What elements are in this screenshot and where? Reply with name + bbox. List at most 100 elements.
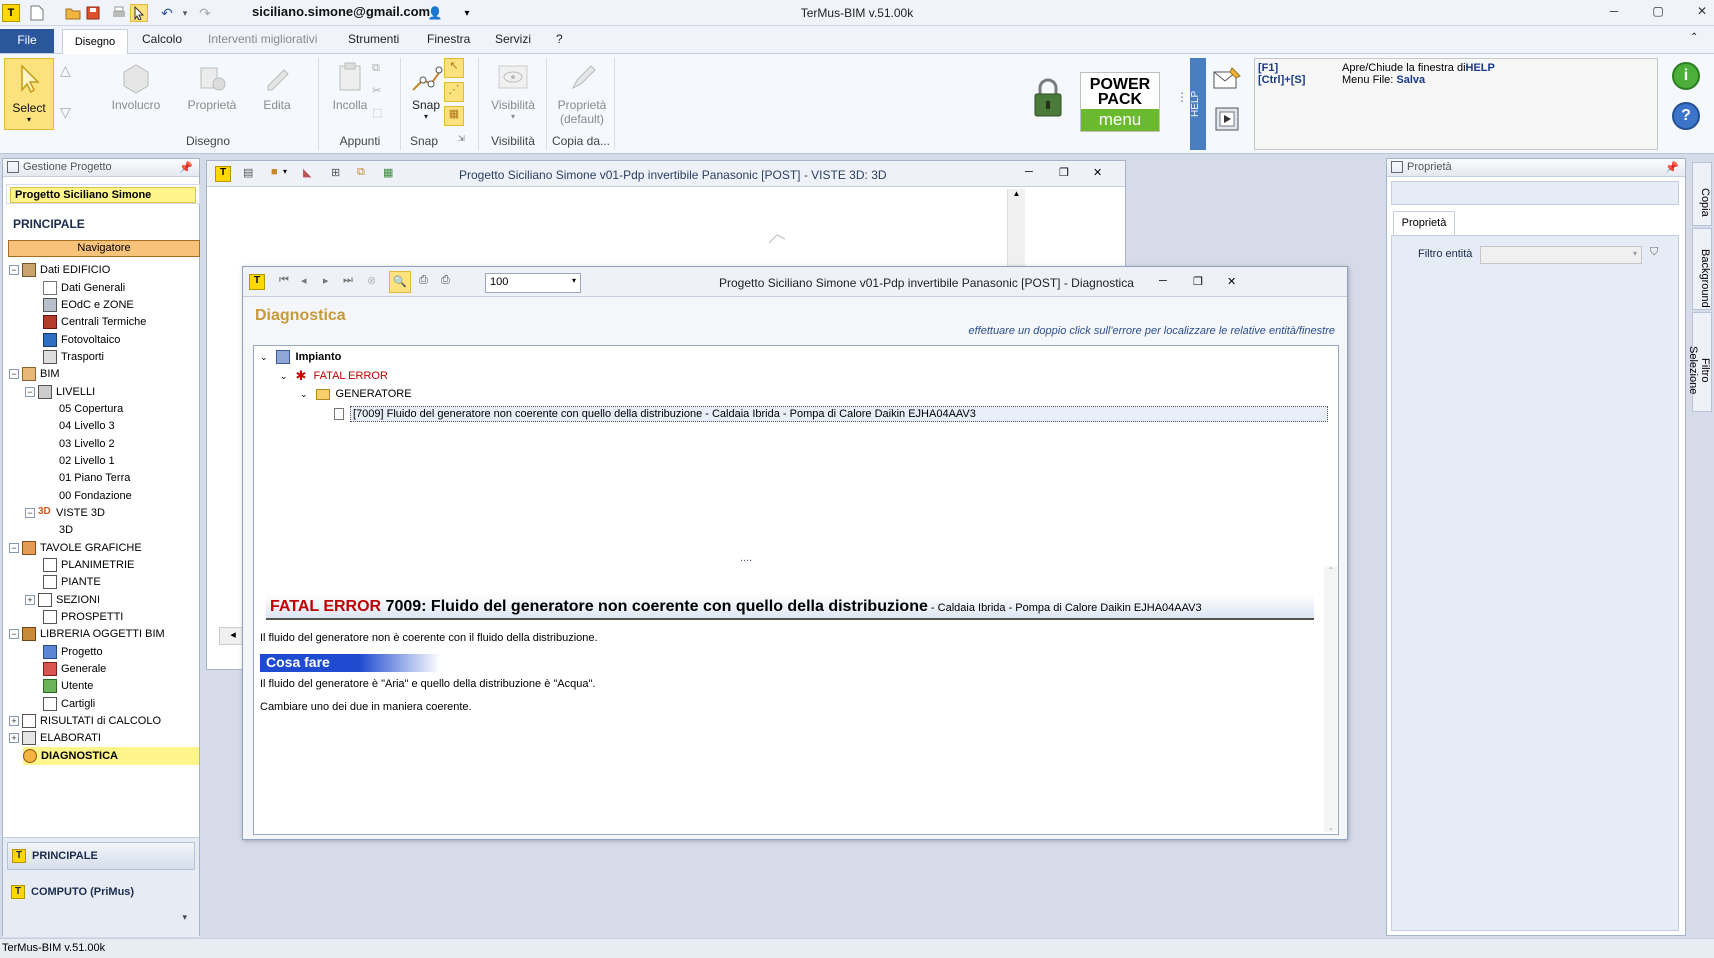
tree-diagnostica[interactable]: DIAGNOSTICA	[23, 747, 199, 765]
scroll-down-icon[interactable]: ⌄	[1324, 823, 1338, 832]
visibilita-button[interactable]: Visibilità ▾	[482, 60, 544, 121]
next-page-icon[interactable]: ▸	[323, 274, 329, 287]
collapse-icon[interactable]: −	[9, 265, 19, 275]
side-tab-background[interactable]: Background	[1692, 228, 1712, 310]
render-icon[interactable]: ◣	[303, 166, 311, 179]
zoom-select[interactable]: 100 ▾	[485, 273, 581, 293]
tree-level-01[interactable]: 01 Piano Terra	[59, 469, 130, 487]
minimize-icon[interactable]: ─	[1159, 275, 1167, 287]
chevron-down-icon[interactable]: ⌄	[260, 352, 268, 363]
print-icon[interactable]: ⎙	[419, 274, 428, 287]
side-tab-filtro-selezione[interactable]: Filtro Selezione	[1687, 312, 1712, 412]
tree-tavole-grafiche[interactable]: − TAVOLE GRAFICHE	[9, 539, 142, 557]
tab-calcolo[interactable]: Calcolo	[142, 32, 182, 46]
expand-icon[interactable]: +	[9, 716, 19, 726]
copy-view-icon[interactable]: ⧉	[357, 166, 365, 179]
tree-libreria-oggetti[interactable]: − LIBRERIA OGGETTI BIM	[9, 625, 165, 643]
tree-level-04[interactable]: 04 Livello 3	[59, 417, 115, 435]
clipboard-select-icon[interactable]: ⬚	[372, 106, 382, 119]
tab-strumenti[interactable]: Strumenti	[348, 32, 399, 46]
tree-dati-generali[interactable]: Dati Generali	[43, 279, 125, 297]
maximize-icon[interactable]: ▢	[1644, 4, 1672, 22]
tree-livelli[interactable]: − LIVELLI	[25, 383, 95, 401]
tree-viste-3d[interactable]: −3D VISTE 3D	[25, 504, 105, 522]
tab-finestra[interactable]: Finestra	[427, 32, 470, 46]
collapse-ribbon-icon[interactable]: ⌃	[1690, 32, 1698, 43]
tab-interventi-migliorativi[interactable]: Interventi migliorativi	[208, 32, 317, 46]
tree-generatore[interactable]: ⌄ GENERATORE	[300, 388, 412, 400]
tree-prospetti[interactable]: PROSPETTI	[43, 608, 123, 626]
select-button[interactable]: Select ▾	[4, 58, 54, 130]
project-tab[interactable]: Progetto Siciliano Simone	[6, 184, 200, 204]
snap-dialog-launcher-icon[interactable]: ⇲	[458, 134, 465, 143]
tree-bim[interactable]: − BIM	[9, 365, 60, 383]
tab-file[interactable]: File	[0, 29, 54, 53]
cut-icon[interactable]: ✂	[372, 84, 381, 97]
close-icon[interactable]: ✕	[1688, 4, 1714, 22]
incolla-button[interactable]: Incolla	[322, 60, 378, 112]
tree-level-02[interactable]: 02 Livello 1	[59, 452, 115, 470]
edita-button[interactable]: Edita	[252, 60, 302, 112]
more-options-icon[interactable]: ⋮	[1176, 90, 1188, 104]
scroll-up-icon[interactable]: ▲	[1008, 189, 1025, 198]
chevron-down-icon[interactable]: ⌄	[280, 371, 288, 382]
help-tab[interactable]: HELP	[1190, 58, 1206, 150]
tree-planimetrie[interactable]: PLANIMETRIE	[43, 556, 134, 574]
arrow-down-icon[interactable]: ▽	[60, 104, 71, 121]
snap-mesh-icon[interactable]: ▦	[444, 106, 464, 126]
tree-level-05[interactable]: 05 Copertura	[59, 400, 123, 418]
expand-icon[interactable]: +	[9, 733, 19, 743]
restore-icon[interactable]: ❐	[1059, 166, 1069, 179]
last-page-icon[interactable]: ⏭	[343, 274, 353, 287]
snap-endpoint-icon[interactable]: ↖	[444, 58, 464, 78]
scroll-up-icon[interactable]: ⌃	[1324, 566, 1338, 575]
tree-level-03[interactable]: 03 Livello 2	[59, 435, 115, 453]
tree-sezioni[interactable]: + SEZIONI	[25, 591, 100, 609]
pin-icon[interactable]: 📌	[179, 161, 193, 174]
splitter-handle[interactable]: ....	[740, 552, 752, 564]
tree-trasporti[interactable]: Trasporti	[43, 348, 104, 366]
expand-icon[interactable]: +	[25, 595, 35, 605]
first-page-icon[interactable]: ⏮	[279, 274, 289, 287]
close-icon[interactable]: ✕	[1227, 275, 1236, 288]
snap-grid-icon[interactable]: ⋰	[444, 82, 464, 102]
tree-elaborati[interactable]: + ELABORATI	[9, 729, 101, 747]
layers-icon[interactable]: ▤	[243, 166, 253, 179]
involucro-button[interactable]: Involucro	[108, 60, 164, 112]
tree-risultati-calcolo[interactable]: + RISULTATI di CALCOLO	[9, 712, 161, 730]
snap-button[interactable]: Snap ▾	[404, 60, 448, 121]
mail-icon[interactable]	[1212, 64, 1244, 92]
nav-computo[interactable]: T COMPUTO (PriMus)	[7, 878, 195, 906]
stop-icon[interactable]: ⊗	[367, 274, 376, 287]
video-tutorial-icon[interactable]	[1212, 104, 1244, 134]
proprieta-default-button[interactable]: Proprietà (default)	[550, 60, 614, 126]
tree-piante[interactable]: PIANTE	[43, 573, 101, 591]
materials-icon[interactable]: ▦	[383, 166, 393, 179]
previous-page-icon[interactable]: ◂	[301, 274, 307, 287]
app-logo-icon[interactable]: T	[249, 274, 265, 290]
box-icon[interactable]: ■	[271, 166, 278, 178]
tree-lib-cartigli[interactable]: Cartigli	[43, 695, 95, 713]
pin-icon[interactable]: 📌	[1665, 161, 1679, 174]
tree-3d[interactable]: 3D	[59, 521, 73, 539]
tab-help-question[interactable]: ?	[556, 32, 563, 46]
restore-icon[interactable]: ❐	[1193, 275, 1203, 288]
tab-servizi[interactable]: Servizi	[495, 32, 531, 46]
arrow-up-icon[interactable]: △	[60, 62, 71, 79]
collapse-icon[interactable]: −	[25, 508, 35, 518]
box-dropdown-icon[interactable]: ▾	[283, 167, 287, 176]
lock-icon[interactable]	[1030, 76, 1066, 120]
tree-lib-generale[interactable]: Generale	[43, 660, 106, 678]
zoom-extents-icon[interactable]: ⊞	[331, 166, 340, 179]
filter-icon[interactable]: ⛉	[1650, 246, 1658, 259]
tree-fotovoltaico[interactable]: Fotovoltaico	[43, 331, 120, 349]
filtro-entita-select[interactable]: ▾	[1480, 246, 1642, 264]
minimize-icon[interactable]: ─	[1025, 166, 1033, 178]
proprieta-button[interactable]: Proprietà	[184, 60, 240, 112]
copy-icon[interactable]: ⧉	[372, 62, 380, 75]
side-tab-copia[interactable]: Copia	[1692, 162, 1712, 226]
minimize-icon[interactable]: ─	[1600, 4, 1628, 22]
tab-disegno[interactable]: Disegno	[62, 29, 128, 55]
tree-fatal-error[interactable]: ⌄ ✱ FATAL ERROR	[280, 369, 388, 383]
print-setup-icon[interactable]: ⎙	[441, 274, 450, 287]
